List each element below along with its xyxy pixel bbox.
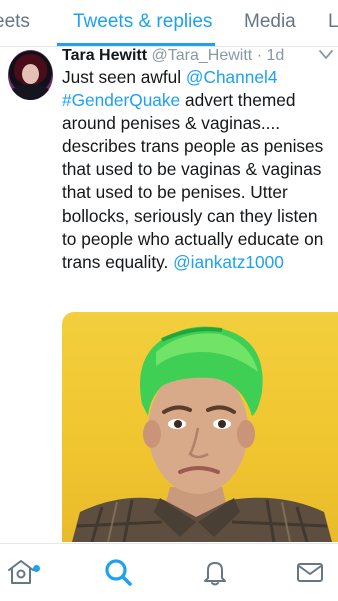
bottom-navigation xyxy=(0,543,338,601)
avatar-shirt xyxy=(10,84,51,100)
avatar[interactable] xyxy=(8,50,53,100)
bell-icon[interactable] xyxy=(199,556,231,588)
tab-likes[interactable]: L xyxy=(328,11,338,33)
notification-dot xyxy=(33,565,40,572)
tweet-text-part: Just seen awful xyxy=(62,67,186,87)
person-photo-icon xyxy=(72,326,332,542)
tab-tweets[interactable]: eets xyxy=(0,11,30,33)
author-name[interactable]: Tara Hewitt xyxy=(62,47,147,64)
mail-icon[interactable] xyxy=(294,556,326,588)
tab-media[interactable]: Media xyxy=(244,11,296,33)
home-icon[interactable] xyxy=(5,556,40,588)
mention-iankatz1000[interactable]: @iankatz1000 xyxy=(173,252,284,272)
author-handle[interactable]: @Tara_Hewitt xyxy=(152,47,253,64)
mention-channel4[interactable]: @Channel4 xyxy=(186,67,278,87)
tweet-text-part: advert themed around penises & vaginas..… xyxy=(62,90,324,272)
hashtag-genderquake[interactable]: #GenderQuake xyxy=(62,90,180,110)
active-tab-indicator xyxy=(57,43,215,46)
profile-tabs: eets Tweets & replies Media L xyxy=(0,0,338,47)
tweet-media-photo[interactable] xyxy=(62,312,338,542)
avatar-face xyxy=(22,64,39,84)
tweet-text: Just seen awful @Channel4 #GenderQuake a… xyxy=(62,66,332,274)
tab-tweets-and-replies[interactable]: Tweets & replies xyxy=(73,11,212,33)
search-icon[interactable] xyxy=(102,556,134,588)
chevron-down-icon[interactable] xyxy=(318,48,334,62)
header-separator: · xyxy=(256,47,263,64)
tweet-header: Tara Hewitt @Tara_Hewitt · 1d xyxy=(62,47,332,67)
tweet-time[interactable]: 1d xyxy=(266,47,284,64)
